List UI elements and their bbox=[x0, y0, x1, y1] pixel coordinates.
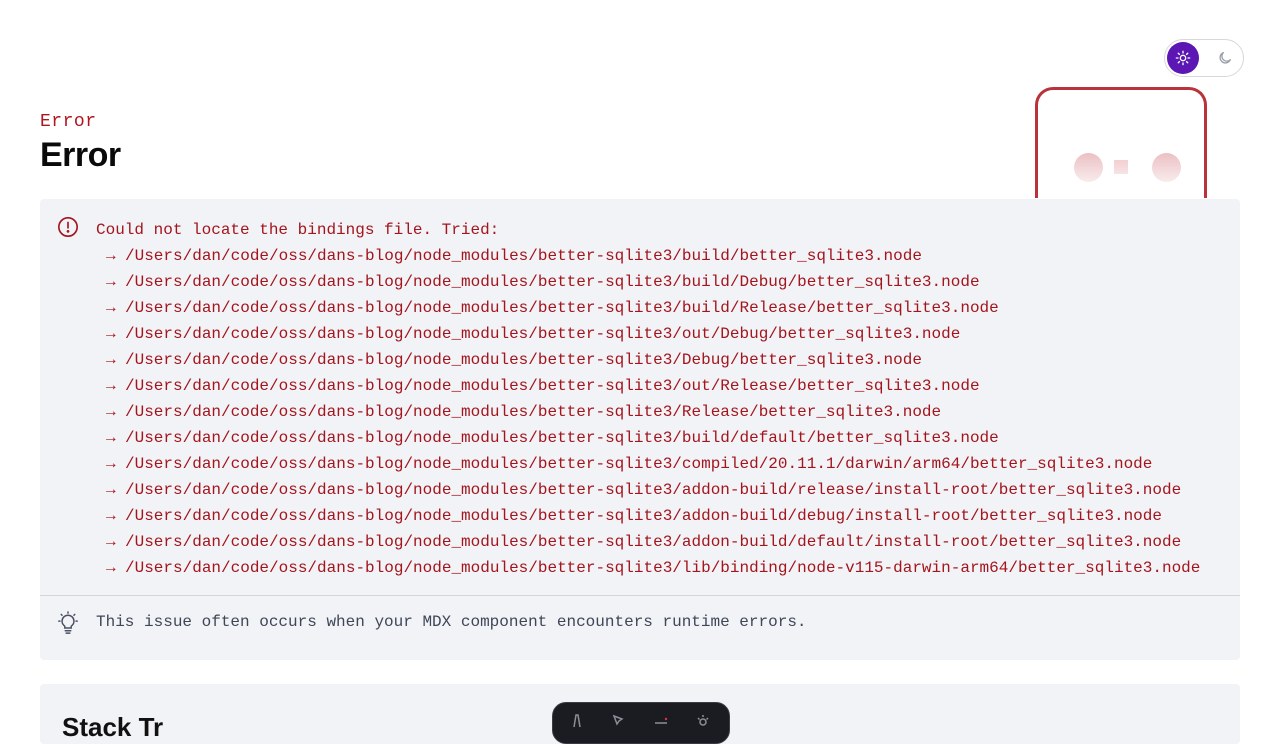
error-message-text: Could not locate the bindings file. Trie… bbox=[96, 221, 500, 239]
tried-path-text: /Users/dan/code/oss/dans-blog/node_modul… bbox=[125, 507, 1162, 525]
arrow-icon: → bbox=[106, 507, 116, 525]
tried-path-text: /Users/dan/code/oss/dans-blog/node_modul… bbox=[125, 299, 999, 317]
hint-text: This issue often occurs when your MDX co… bbox=[96, 613, 807, 631]
arrow-icon: → bbox=[106, 559, 116, 577]
error-panel: Could not locate the bindings file. Trie… bbox=[40, 199, 1240, 660]
tried-path-text: /Users/dan/code/oss/dans-blog/node_modul… bbox=[125, 403, 942, 421]
tried-path-item: → /Users/dan/code/oss/dans-blog/node_modu… bbox=[96, 269, 1200, 295]
light-theme-button[interactable] bbox=[1167, 42, 1199, 74]
error-message: Could not locate the bindings file. Trie… bbox=[96, 217, 1200, 581]
moon-icon bbox=[1219, 52, 1231, 64]
arrow-icon: → bbox=[106, 247, 116, 265]
tried-path-item: → /Users/dan/code/oss/dans-blog/node_modu… bbox=[96, 503, 1200, 529]
error-mascot-illustration bbox=[1035, 87, 1207, 198]
dark-theme-button[interactable] bbox=[1209, 42, 1241, 74]
tried-path-text: /Users/dan/code/oss/dans-blog/node_modul… bbox=[125, 455, 1153, 473]
arrow-icon: → bbox=[106, 481, 116, 499]
arrow-icon: → bbox=[106, 429, 116, 447]
mascot-fade bbox=[1038, 128, 1204, 198]
tried-path-text: /Users/dan/code/oss/dans-blog/node_modul… bbox=[125, 429, 999, 447]
inspect-icon[interactable] bbox=[609, 711, 629, 731]
arrow-icon: → bbox=[106, 533, 116, 551]
tried-paths-list: → /Users/dan/code/oss/dans-blog/node_modu… bbox=[96, 243, 1200, 581]
arrow-icon: → bbox=[106, 403, 116, 421]
arrow-icon: → bbox=[106, 299, 116, 317]
stack-trace-title: Stack Tr bbox=[62, 712, 164, 742]
astro-icon[interactable] bbox=[567, 711, 587, 731]
tried-path-item: → /Users/dan/code/oss/dans-blog/node_modu… bbox=[96, 373, 1200, 399]
tried-path-item: → /Users/dan/code/oss/dans-blog/node_modu… bbox=[96, 243, 1200, 269]
arrow-icon: → bbox=[106, 351, 116, 369]
tried-path-item: → /Users/dan/code/oss/dans-blog/node_modu… bbox=[96, 295, 1200, 321]
arrow-icon: → bbox=[106, 325, 116, 343]
audit-icon[interactable] bbox=[651, 711, 671, 731]
tried-path-text: /Users/dan/code/oss/dans-blog/node_modul… bbox=[125, 273, 980, 291]
tried-path-text: /Users/dan/code/oss/dans-blog/node_modul… bbox=[125, 247, 922, 265]
tried-path-text: /Users/dan/code/oss/dans-blog/node_modul… bbox=[125, 377, 980, 395]
arrow-icon: → bbox=[106, 455, 116, 473]
tried-path-item: → /Users/dan/code/oss/dans-blog/node_modu… bbox=[96, 477, 1200, 503]
tried-path-text: /Users/dan/code/oss/dans-blog/node_modul… bbox=[125, 481, 1182, 499]
arrow-icon: → bbox=[106, 273, 116, 291]
arrow-icon: → bbox=[106, 377, 116, 395]
tried-path-item: → /Users/dan/code/oss/dans-blog/node_modu… bbox=[96, 321, 1200, 347]
tried-path-text: /Users/dan/code/oss/dans-blog/node_modul… bbox=[125, 559, 1201, 577]
divider bbox=[40, 595, 1240, 596]
lightbulb-icon bbox=[58, 611, 78, 634]
alert-circle-icon bbox=[58, 217, 78, 237]
tried-path-item: → /Users/dan/code/oss/dans-blog/node_modu… bbox=[96, 529, 1200, 555]
tried-path-text: /Users/dan/code/oss/dans-blog/node_modul… bbox=[125, 533, 1182, 551]
error-code: Error bbox=[40, 112, 97, 132]
tried-path-item: → /Users/dan/code/oss/dans-blog/node_modu… bbox=[96, 347, 1200, 373]
dev-toolbar[interactable] bbox=[552, 702, 730, 744]
theme-toggle[interactable] bbox=[1164, 39, 1244, 77]
tried-path-item: → /Users/dan/code/oss/dans-blog/node_modu… bbox=[96, 399, 1200, 425]
settings-icon[interactable] bbox=[693, 711, 713, 731]
tried-path-text: /Users/dan/code/oss/dans-blog/node_modul… bbox=[125, 325, 961, 343]
tried-path-item: → /Users/dan/code/oss/dans-blog/node_modu… bbox=[96, 451, 1200, 477]
tried-path-text: /Users/dan/code/oss/dans-blog/node_modul… bbox=[125, 351, 922, 369]
page-title: Error bbox=[40, 136, 121, 174]
tried-path-item: → /Users/dan/code/oss/dans-blog/node_modu… bbox=[96, 425, 1200, 451]
tried-path-item: → /Users/dan/code/oss/dans-blog/node_modu… bbox=[96, 555, 1200, 581]
sun-icon bbox=[1175, 50, 1191, 66]
